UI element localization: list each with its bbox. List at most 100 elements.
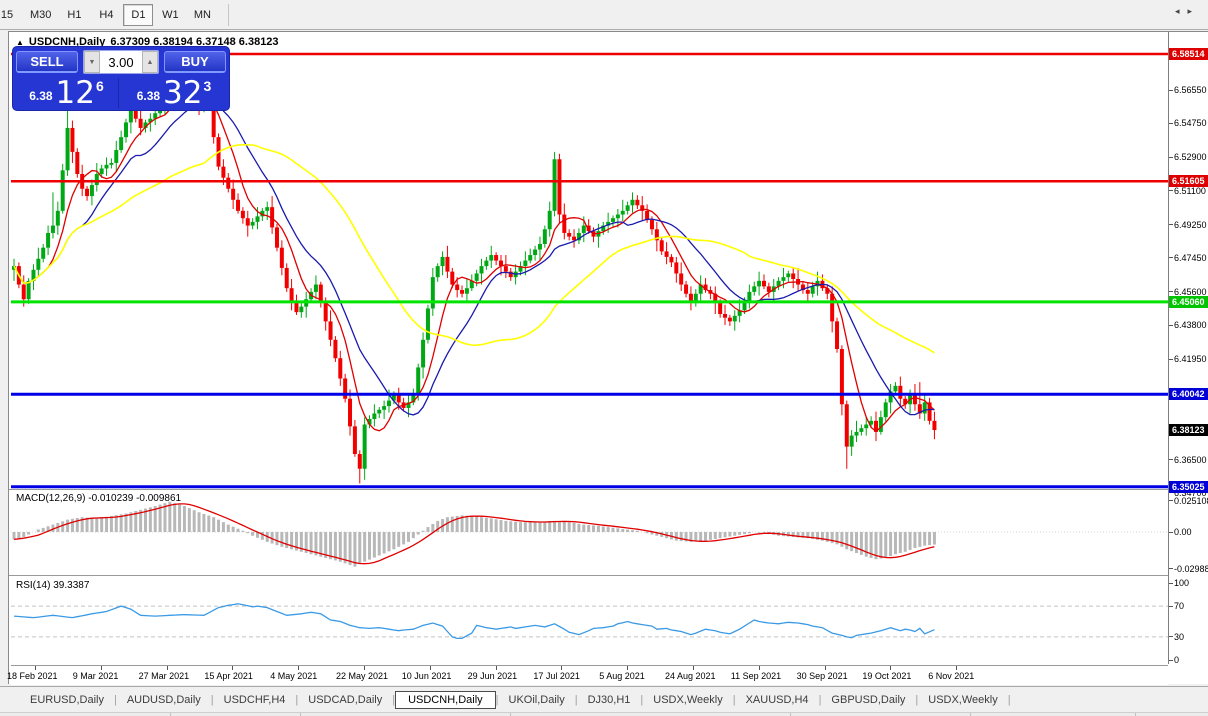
date-axis-label: 29 Jun 2021 (468, 671, 518, 681)
price-level-marker: 6.35025 (1169, 481, 1208, 493)
sell-price-big: 12 (56, 80, 95, 106)
rsi-axis-tick-mark (1169, 606, 1173, 607)
date-axis-tick-mark (232, 666, 233, 670)
price-axis-tick-mark (1169, 90, 1173, 91)
date-axis-label: 22 May 2021 (336, 671, 388, 681)
price-axis-tick-mark (1169, 325, 1173, 326)
volume-decrease-button[interactable]: ▼ (84, 51, 100, 73)
collapse-triangle-icon[interactable]: ▲ (16, 38, 24, 47)
rsi-axis-tick-mark (1169, 583, 1173, 584)
buy-price-prefix: 6.38 (137, 89, 160, 103)
price-axis-tick-mark (1169, 459, 1173, 460)
date-axis-label: 30 Sep 2021 (797, 671, 848, 681)
date-axis-label: 9 Mar 2021 (73, 671, 119, 681)
price-axis-tick-mark (1169, 123, 1173, 124)
trading-terminal: 15M30H1H4D1W1MN ▲ USDCNH,Daily 6.37309 6… (0, 0, 1208, 716)
date-axis-tick-mark (101, 666, 102, 670)
chart-window[interactable]: ▲ USDCNH,Daily 6.37309 6.38194 6.37148 6… (8, 31, 1208, 684)
date-axis-tick-mark (35, 666, 36, 670)
tab-scroll-arrows: ◂▸ (1175, 6, 1200, 17)
chart-tab-eurusd[interactable]: EURUSD,Daily (20, 691, 114, 709)
macd-indicator-plot[interactable] (11, 491, 1168, 575)
price-level-marker: 6.51605 (1169, 175, 1208, 187)
date-axis-label: 11 Sep 2021 (731, 671, 781, 681)
one-click-trading-panel: SELL ▼ 3.00 ▲ BUY 6.38 12 6 6.38 32 3 (13, 47, 229, 110)
date-axis-label: 24 Aug 2021 (665, 671, 716, 681)
price-axis-tick-mark (1169, 359, 1173, 360)
price-axis-tick-mark (1169, 190, 1173, 191)
timeframe-button-mn[interactable]: MN (187, 4, 217, 26)
date-axis-label: 5 Aug 2021 (599, 671, 645, 681)
chart-tab-usdx[interactable]: USDX,Weekly (643, 691, 732, 709)
buy-price-display: 6.38 32 3 (121, 78, 227, 108)
rsi-axis-tick-mark (1169, 660, 1173, 661)
macd-axis-tick-mark (1169, 568, 1173, 569)
date-axis-label: 17 Jul 2021 (533, 671, 580, 681)
volume-increase-button[interactable]: ▲ (142, 51, 158, 73)
volume-stepper: ▼ 3.00 ▲ (83, 50, 159, 74)
sell-price-display: 6.38 12 6 (15, 78, 119, 108)
date-axis-label: 18 Feb 2021 (7, 671, 58, 681)
tab-scroll-right-icon[interactable]: ▸ (1187, 6, 1200, 16)
date-axis-label: 10 Jun 2021 (402, 671, 452, 681)
tab-scroll-left-icon[interactable]: ◂ (1175, 6, 1188, 16)
chart-tab-usdcnh[interactable]: USDCNH,Daily (395, 691, 496, 709)
date-axis-tick-mark (956, 666, 957, 670)
chart-tab-gbpusd[interactable]: GBPUSD,Daily (821, 691, 915, 709)
date-axis-tick-mark (693, 666, 694, 670)
chart-tab-xauusd[interactable]: XAUUSD,H4 (736, 691, 819, 709)
date-axis-tick-mark (561, 666, 562, 670)
price-axis[interactable]: 6.565506.547506.529006.511006.492506.474… (1168, 32, 1208, 664)
date-axis-label: 19 Oct 2021 (862, 671, 911, 681)
macd-axis-tick-mark (1169, 532, 1173, 533)
rsi-axis-tick-label: 30 (1174, 632, 1184, 642)
date-axis-tick-mark (825, 666, 826, 670)
price-axis-tick-mark (1169, 291, 1173, 292)
chart-tab-ukoil[interactable]: UKOil,Daily (499, 691, 575, 709)
price-level-marker: 6.40042 (1169, 388, 1208, 400)
date-axis-tick-mark (759, 666, 760, 670)
timeframe-button-w1[interactable]: W1 (155, 4, 185, 26)
date-axis-tick-mark (890, 666, 891, 670)
macd-axis-tick-label: 0.00 (1174, 527, 1192, 537)
rsi-axis-tick-label: 100 (1174, 578, 1189, 588)
price-axis-tick-label: 6.43800 (1174, 320, 1207, 330)
price-level-marker: 6.38123 (1169, 424, 1208, 436)
price-axis-tick-mark (1169, 224, 1173, 225)
rsi-axis-tick-label: 0 (1174, 655, 1179, 664)
chart-tab-usdchf[interactable]: USDCHF,H4 (214, 691, 296, 709)
chart-tab-usdcad[interactable]: USDCAD,Daily (298, 691, 392, 709)
price-axis-tick-label: 6.36500 (1174, 455, 1207, 465)
buy-price-big: 32 (163, 80, 202, 106)
timeframe-toolbar: 15M30H1H4D1W1MN (0, 0, 1208, 30)
price-axis-tick-label: 6.49250 (1174, 220, 1207, 230)
chart-tab-bar: EURUSD,Daily|AUDUSD,Daily|USDCHF,H4|USDC… (0, 686, 1208, 712)
status-strip (0, 712, 1208, 716)
buy-button[interactable]: BUY (164, 51, 226, 73)
volume-input[interactable]: 3.00 (100, 55, 142, 70)
date-axis-tick-mark (627, 666, 628, 670)
toolbar-separator (228, 4, 229, 26)
date-axis-label: 15 Apr 2021 (204, 671, 253, 681)
rsi-axis-tick-label: 70 (1174, 601, 1184, 611)
chart-tab-dj30[interactable]: DJ30,H1 (578, 691, 641, 709)
sell-button[interactable]: SELL (16, 51, 78, 73)
sell-price-sup: 6 (96, 78, 104, 94)
chart-tab-audusd[interactable]: AUDUSD,Daily (117, 691, 211, 709)
date-axis-tick-mark (167, 666, 168, 670)
date-axis-label: 6 Nov 2021 (928, 671, 974, 681)
price-axis-tick-mark (1169, 257, 1173, 258)
timeframe-button-d1[interactable]: D1 (123, 4, 153, 26)
timeframe-button-h4[interactable]: H4 (91, 4, 121, 26)
date-axis-tick-mark (364, 666, 365, 670)
timeframe-button-15[interactable]: 15 (0, 4, 22, 26)
timeframe-button-h1[interactable]: H1 (59, 4, 89, 26)
date-axis-tick-mark (298, 666, 299, 670)
timeframe-button-m30[interactable]: M30 (24, 4, 57, 26)
chart-tab-usdx[interactable]: USDX,Weekly (918, 691, 1007, 709)
price-axis-tick-label: 6.47450 (1174, 253, 1207, 263)
date-axis-label: 4 May 2021 (270, 671, 317, 681)
rsi-indicator-plot[interactable] (11, 577, 1168, 664)
price-level-marker: 6.58514 (1169, 48, 1208, 60)
date-axis[interactable]: 18 Feb 20219 Mar 202127 Mar 202115 Apr 2… (11, 665, 1168, 685)
